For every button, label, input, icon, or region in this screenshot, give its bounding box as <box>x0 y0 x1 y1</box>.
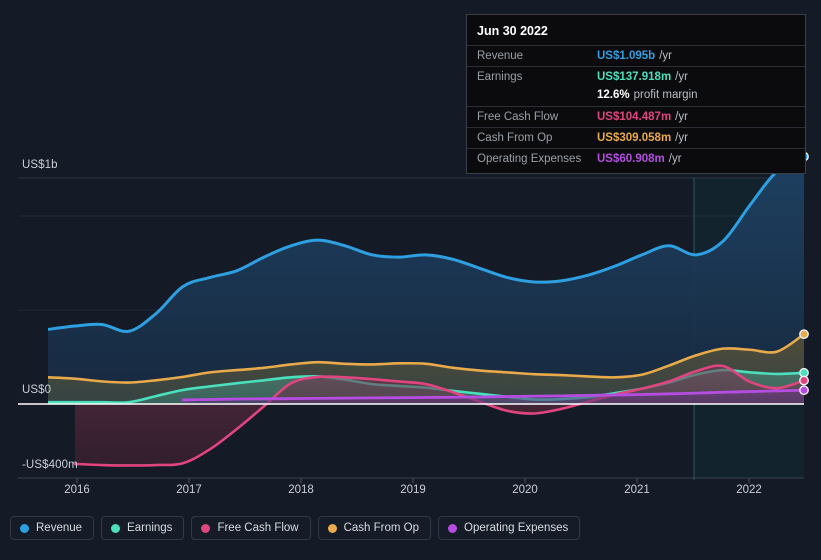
legend-color-dot <box>201 523 211 533</box>
tooltip-row-unit: /yr <box>675 111 688 123</box>
legend-item-cash-from-op[interactable]: Cash From Op <box>317 516 432 540</box>
data-tooltip: Jun 30 2022 Revenue US$1.095b/yr Earnings U… <box>466 14 806 174</box>
tooltip-row-label: Earnings <box>477 71 523 83</box>
x-axis-labels: 2016 2017 2018 2019 2020 2021 2022 <box>0 484 821 506</box>
tooltip-row: Revenue US$1.095b/yr <box>467 45 805 66</box>
tooltip-row: Earnings US$137.918m/yr <box>467 66 805 87</box>
legend-label: Free Cash Flow <box>217 522 299 534</box>
tooltip-row-value: US$60.908m <box>597 153 665 165</box>
x-axis-tick-2016: 2016 <box>64 484 90 496</box>
tooltip-row-value: US$104.487m <box>597 111 672 123</box>
end-marker-operating-expenses <box>799 385 809 396</box>
tooltip-row-unit: /yr <box>675 132 688 144</box>
tooltip-row: Operating Expenses US$60.908m/yr <box>467 148 805 169</box>
tooltip-row-unit: /yr <box>668 153 682 165</box>
tooltip-row-label: Free Cash Flow <box>477 111 559 123</box>
x-axis-ticks <box>76 478 750 483</box>
y-axis-label-bottom: -US$400m <box>22 459 78 471</box>
tooltip-row-unit: /yr <box>659 50 672 62</box>
x-axis-tick-2017: 2017 <box>176 484 202 496</box>
end-marker-cash-from-op <box>799 329 809 340</box>
financial-performance-chart: US$1b US$0 -US$400m 2016 2017 2018 2019 2020… <box>0 0 821 560</box>
profit-margin-label: profit margin <box>633 89 698 101</box>
x-axis-tick-2020: 2020 <box>512 484 538 496</box>
legend-color-dot <box>448 523 458 533</box>
tooltip-profit-margin-row: 12.6% profit margin <box>467 87 805 106</box>
tooltip-row: Free Cash Flow US$104.487m/yr <box>467 106 805 127</box>
end-marker-free-cash-flow <box>799 375 809 386</box>
tooltip-rows: Revenue US$1.095b/yr Earnings US$137.918m/y… <box>467 45 805 169</box>
y-axis-label-top: US$1b <box>22 159 58 171</box>
tooltip-row-label: Cash From Op <box>477 132 553 144</box>
legend-label: Earnings <box>127 522 173 534</box>
tooltip-row-label: Operating Expenses <box>477 153 582 165</box>
x-axis-tick-2018: 2018 <box>288 484 314 496</box>
legend-label: Cash From Op <box>343 522 420 534</box>
series-layers <box>48 170 804 467</box>
tooltip-row-label: Revenue <box>477 50 524 62</box>
y-axis-label-zero: US$0 <box>22 384 52 396</box>
legend-color-dot <box>20 523 29 533</box>
tooltip-row-value: US$137.918m <box>597 71 672 83</box>
legend-item-earnings[interactable]: Earnings <box>101 516 185 540</box>
profit-margin-value: 12.6% <box>597 89 630 101</box>
legend-item-free-cash-flow[interactable]: Free Cash Flow <box>191 516 311 540</box>
tooltip-row-value: US$309.058m <box>597 132 672 144</box>
legend-color-dot <box>327 523 337 533</box>
legend-item-revenue[interactable]: Revenue <box>10 516 95 540</box>
x-axis-tick-2019: 2019 <box>400 484 426 496</box>
tooltip-row-unit: /yr <box>675 71 688 83</box>
legend-item-operating-expenses[interactable]: Operating Expenses <box>438 516 581 540</box>
tooltip-row-value: US$1.095b <box>597 50 656 62</box>
x-axis-tick-2021: 2021 <box>624 484 650 496</box>
legend-color-dot <box>111 523 121 533</box>
chart-legend[interactable]: Revenue Earnings Free Cash Flow Cash From O… <box>10 516 581 540</box>
legend-label: Revenue <box>36 522 83 534</box>
tooltip-row: Cash From Op US$309.058m/yr <box>467 127 805 148</box>
x-axis-tick-2022: 2022 <box>736 484 762 496</box>
legend-label: Operating Expenses <box>464 522 569 534</box>
tooltip-date: Jun 30 2022 <box>477 24 548 38</box>
